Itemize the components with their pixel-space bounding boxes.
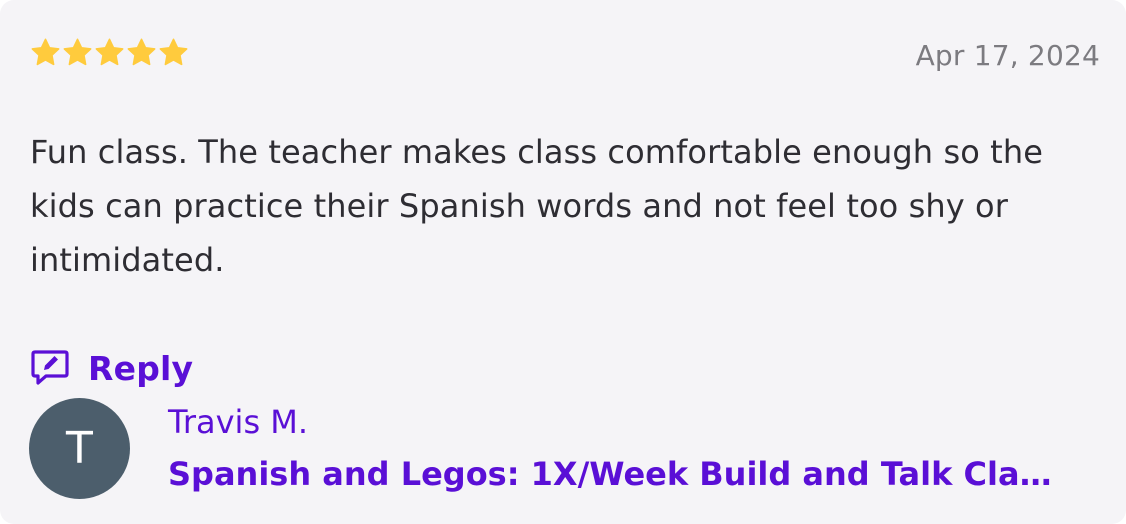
avatar-initial: T <box>66 423 93 474</box>
reviewer-name-link[interactable]: Travis M. <box>168 403 308 441</box>
class-title-link[interactable]: Spanish and Legos: 1X/Week Build and Tal… <box>168 455 1058 493</box>
chat-pencil-icon <box>31 350 69 385</box>
review-text: Fun class. The teacher makes class comfo… <box>30 133 1043 279</box>
star-icon <box>63 38 92 66</box>
star-icon <box>31 38 60 66</box>
avatar: T <box>29 398 130 499</box>
reply-button[interactable]: Reply <box>29 347 193 389</box>
reply-label: Reply <box>88 348 194 388</box>
star-icon <box>127 38 156 66</box>
review-date: Apr 17, 2024 <box>915 39 1100 72</box>
star-rating <box>30 37 189 68</box>
review-card: Apr 17, 2024 Fun class. The teacher make… <box>0 0 1126 524</box>
star-icon <box>159 38 188 66</box>
star-icon <box>95 38 124 66</box>
